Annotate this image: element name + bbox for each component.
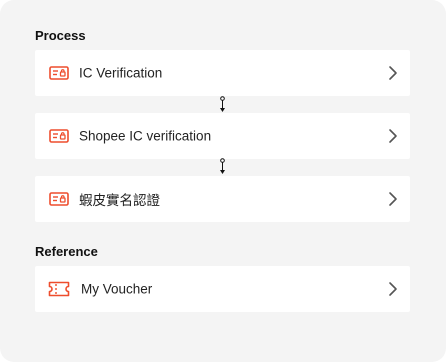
- voucher-icon: [48, 281, 70, 297]
- id-card-icon: [48, 191, 70, 207]
- chevron-right-icon: [387, 65, 399, 81]
- process-item-ic-verification[interactable]: IC Verification: [35, 50, 410, 96]
- flow-arrow-icon: [218, 158, 227, 176]
- process-item-shopee-ic-verification[interactable]: Shopee IC verification: [35, 113, 410, 159]
- chevron-right-icon: [387, 128, 399, 144]
- process-section-title: Process: [35, 28, 86, 43]
- process-item-label: 蝦皮實名認證: [79, 193, 160, 208]
- process-item-label: Shopee IC verification: [79, 128, 212, 144]
- process-item-shopee-real-name-verification[interactable]: 蝦皮實名認證: [35, 176, 410, 222]
- reference-item-my-voucher[interactable]: My Voucher: [35, 266, 410, 312]
- chevron-right-icon: [387, 281, 399, 297]
- chevron-right-icon: [387, 191, 399, 207]
- flow-panel: Process IC Verification Shopee IC verifi…: [0, 0, 446, 362]
- flow-arrow-icon: [218, 96, 227, 114]
- id-card-icon: [48, 128, 70, 144]
- reference-section-title: Reference: [35, 244, 98, 259]
- process-item-label: IC Verification: [79, 65, 163, 81]
- reference-item-label: My Voucher: [81, 281, 153, 297]
- id-card-icon: [48, 65, 70, 81]
